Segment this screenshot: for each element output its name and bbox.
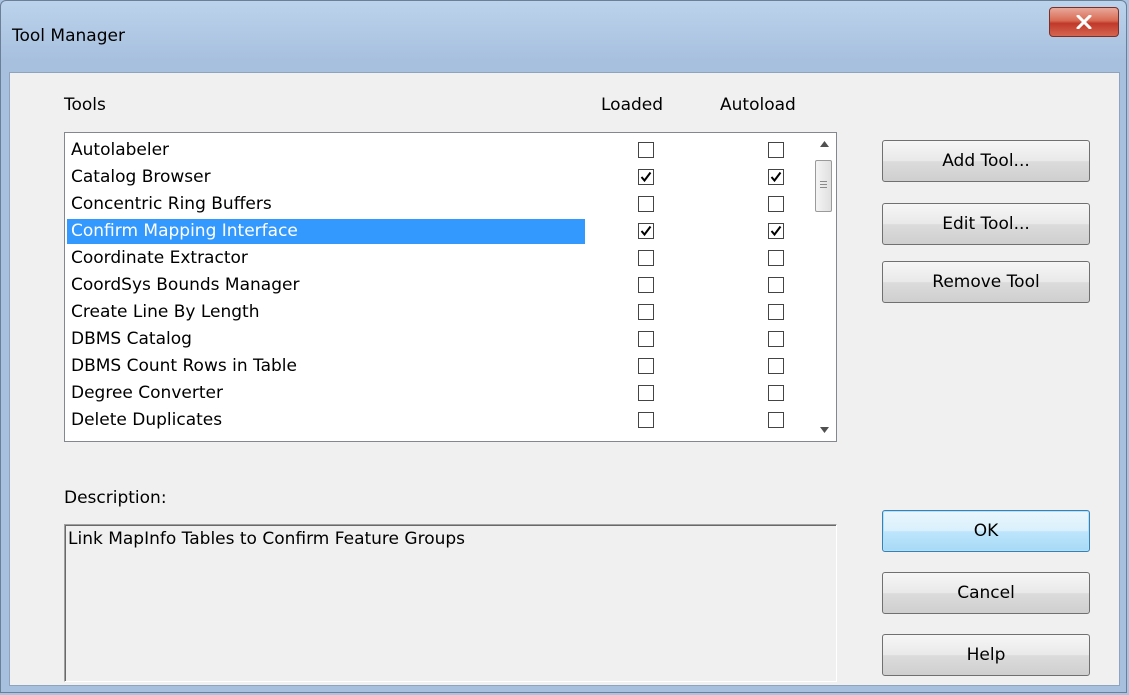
tool-name: Concentric Ring Buffers [71,194,272,214]
autoload-checkbox[interactable] [768,331,784,347]
tools-list[interactable]: Autolabeler Catalog Browser Concentric Rin… [64,132,837,442]
autoload-checkbox[interactable] [768,358,784,374]
tool-name: DBMS Count Rows in Table [71,356,297,376]
tool-row[interactable]: DBMS Catalog [65,326,825,353]
tool-manager-window: Tool Manager Tools Loaded Autoload Autol… [0,0,1127,693]
autoload-checkbox[interactable] [768,304,784,320]
ok-button[interactable]: OK [882,510,1090,552]
tool-row[interactable]: Confirm Mapping Interface [65,218,825,245]
autoload-checkbox[interactable] [768,277,784,293]
autoload-column-header: Autoload [720,95,796,115]
cancel-button[interactable]: Cancel [882,572,1090,614]
dialog-client-area: Tools Loaded Autoload Autolabeler Catalog… [9,72,1120,686]
tools-column-header: Tools [64,95,106,115]
loaded-checkbox[interactable] [638,304,654,320]
window-title: Tool Manager [12,26,125,46]
scroll-up-arrow-icon[interactable] [812,134,836,154]
tool-row[interactable]: Catalog Browser [65,164,825,191]
autoload-checkbox[interactable] [768,250,784,266]
scroll-down-arrow-icon[interactable] [812,420,836,440]
scroll-thumb[interactable] [815,160,832,212]
autoload-checkbox[interactable] [768,223,784,239]
close-button[interactable] [1049,7,1119,37]
loaded-checkbox[interactable] [638,277,654,293]
tool-name: CoordSys Bounds Manager [71,275,300,295]
tool-row[interactable]: Create Line By Length [65,299,825,326]
tool-row[interactable]: Autolabeler [65,137,825,164]
tools-list-scrollbar[interactable] [812,134,836,440]
loaded-checkbox[interactable] [638,223,654,239]
autoload-checkbox[interactable] [768,196,784,212]
tool-row[interactable]: Delete Duplicates [65,407,825,434]
edit-tool-button[interactable]: Edit Tool... [882,203,1090,245]
autoload-checkbox[interactable] [768,169,784,185]
tool-name: Coordinate Extractor [71,248,248,268]
tool-name: Confirm Mapping Interface [67,219,585,244]
loaded-checkbox[interactable] [638,142,654,158]
loaded-column-header: Loaded [601,95,664,115]
loaded-checkbox[interactable] [638,412,654,428]
remove-tool-button[interactable]: Remove Tool [882,261,1090,303]
loaded-checkbox[interactable] [638,250,654,266]
tool-row[interactable]: DBMS Count Rows in Table [65,353,825,380]
loaded-checkbox[interactable] [638,331,654,347]
description-text: Link MapInfo Tables to Confirm Feature G… [68,529,466,549]
add-tool-button[interactable]: Add Tool... [882,140,1090,182]
autoload-checkbox[interactable] [768,385,784,401]
tool-name: Degree Converter [71,383,223,403]
tool-name: Create Line By Length [71,302,260,322]
loaded-checkbox[interactable] [638,196,654,212]
tool-row[interactable]: Coordinate Extractor [65,245,825,272]
autoload-checkbox[interactable] [768,412,784,428]
loaded-checkbox[interactable] [638,385,654,401]
loaded-checkbox[interactable] [638,169,654,185]
help-button[interactable]: Help [882,634,1090,676]
tool-name: Catalog Browser [71,167,211,187]
autoload-checkbox[interactable] [768,142,784,158]
tool-row[interactable]: Degree Converter [65,380,825,407]
tool-name: Delete Duplicates [71,410,223,430]
tool-row[interactable]: Concentric Ring Buffers [65,191,825,218]
tool-name: DBMS Catalog [71,329,192,349]
loaded-checkbox[interactable] [638,358,654,374]
tool-name: Autolabeler [71,140,170,160]
description-box: Link MapInfo Tables to Confirm Feature G… [64,524,837,682]
tool-row[interactable]: CoordSys Bounds Manager [65,272,825,299]
title-bar[interactable]: Tool Manager [1,1,1126,71]
close-icon [1076,15,1092,29]
description-label: Description: [64,488,167,508]
